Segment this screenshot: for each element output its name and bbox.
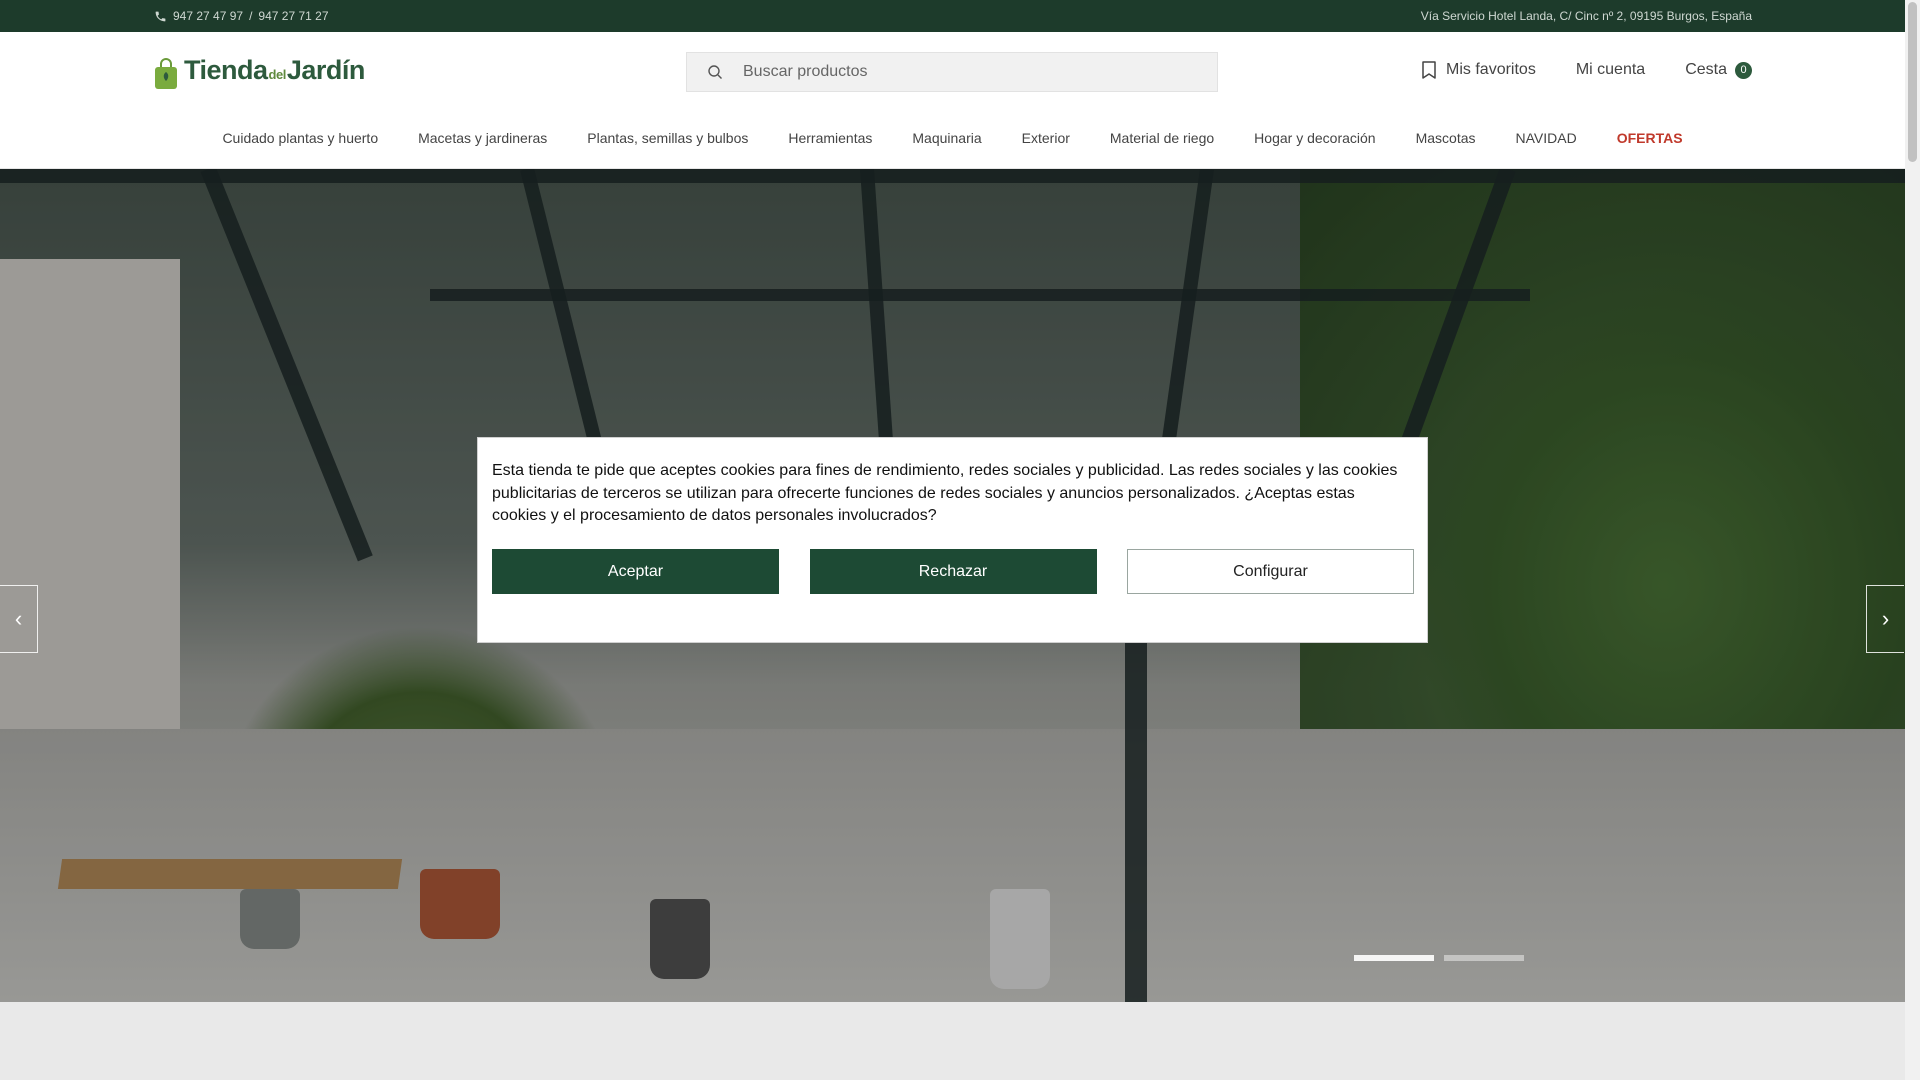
logo-text: TiendadelJardín (184, 55, 365, 90)
top-info-bar: 947 27 47 97 / 947 27 71 27 Vía Servicio… (0, 0, 1905, 32)
search-input[interactable] (741, 62, 1185, 82)
carousel-dot-2[interactable] (1444, 955, 1524, 961)
nav-item-ofertas[interactable]: OFERTAS (1597, 130, 1703, 146)
chevron-right-icon: › (1881, 606, 1890, 631)
search-bar (686, 52, 1218, 92)
phone-icon (155, 11, 166, 21)
store-address: Vía Servicio Hotel Landa, C/ Cinc nº 2, … (1420, 9, 1752, 23)
nav-item-maquinaria[interactable]: Maquinaria (892, 130, 1001, 146)
phone-link-1[interactable]: 947 27 47 97 (173, 9, 243, 23)
phone-numbers: 947 27 47 97 / 947 27 71 27 (154, 9, 329, 23)
site-header: TiendadelJardín Mis favoritos Mi cuenta … (0, 32, 1905, 169)
favorites-link[interactable]: Mis favoritos (1420, 60, 1536, 80)
nav-item-exterior[interactable]: Exterior (1002, 130, 1090, 146)
cookie-buttons: Aceptar Rechazar Configurar (492, 549, 1414, 594)
logo-text-part-3: Jardín (286, 55, 366, 85)
cart-link[interactable]: Cesta 0 (1685, 61, 1752, 79)
configure-cookies-button[interactable]: Configurar (1127, 549, 1414, 594)
chevron-left-icon: ‹ (14, 606, 23, 631)
shopping-bag-logo-icon (155, 58, 177, 89)
phone-separator: / (249, 9, 253, 23)
cookie-consent-dialog: Esta tienda te pide que aceptes cookies … (477, 437, 1428, 643)
nav-item-material-riego[interactable]: Material de riego (1090, 130, 1234, 146)
cart-label: Cesta (1685, 61, 1727, 78)
scrollbar-thumb[interactable] (1908, 2, 1917, 162)
search-icon[interactable] (707, 64, 723, 80)
page-scrollbar[interactable] (1905, 0, 1920, 1080)
bookmark-icon (1422, 61, 1436, 79)
carousel-dot-1[interactable] (1354, 955, 1434, 961)
logo-text-part-2: del (268, 67, 287, 82)
carousel-next-button[interactable]: › (1866, 585, 1904, 653)
cart-count-badge: 0 (1735, 61, 1752, 79)
nav-item-hogar-decoracion[interactable]: Hogar y decoración (1234, 130, 1395, 146)
carousel-pagination (1354, 955, 1524, 961)
accept-cookies-button[interactable]: Aceptar (492, 549, 779, 594)
nav-item-macetas[interactable]: Macetas y jardineras (398, 130, 567, 146)
my-account-link[interactable]: Mi cuenta (1576, 61, 1645, 79)
main-navigation: Cuidado plantas y huerto Macetas y jardi… (0, 130, 1905, 146)
nav-item-herramientas[interactable]: Herramientas (768, 130, 892, 146)
carousel-prev-button[interactable]: ‹ (0, 585, 38, 653)
reject-cookies-button[interactable]: Rechazar (809, 549, 1097, 594)
nav-item-mascotas[interactable]: Mascotas (1396, 130, 1496, 146)
below-hero-section (0, 1002, 1905, 1080)
logo-text-part-1: Tienda (184, 55, 268, 85)
phone-link-2[interactable]: 947 27 71 27 (258, 9, 328, 23)
page: 947 27 47 97 / 947 27 71 27 Vía Servicio… (0, 0, 1905, 1080)
nav-item-cuidado-plantas[interactable]: Cuidado plantas y huerto (202, 130, 398, 146)
cookie-message: Esta tienda te pide que aceptes cookies … (492, 462, 1398, 524)
nav-item-plantas-semillas[interactable]: Plantas, semillas y bulbos (567, 130, 768, 146)
account-links: Mis favoritos Mi cuenta Cesta 0 (1420, 60, 1752, 80)
favorites-label: Mis favoritos (1446, 61, 1536, 78)
nav-item-navidad[interactable]: NAVIDAD (1496, 130, 1597, 146)
site-logo[interactable]: TiendadelJardín (154, 54, 365, 90)
